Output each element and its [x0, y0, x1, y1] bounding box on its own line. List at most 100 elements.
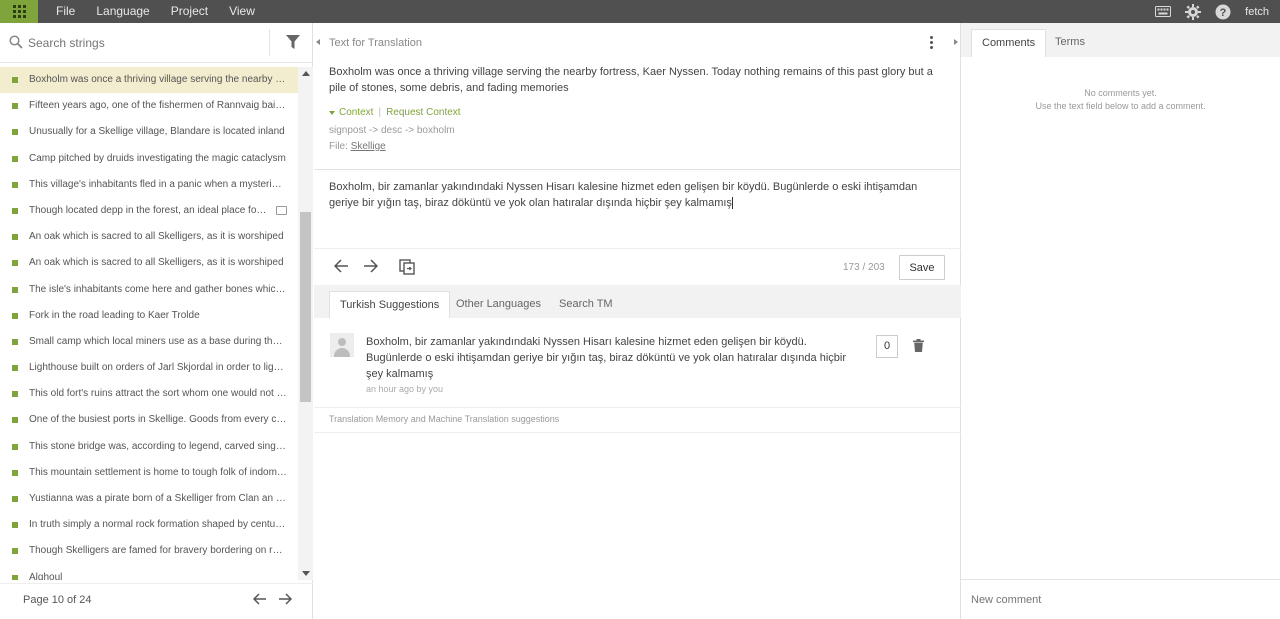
scrollbar-thumb[interactable] [300, 212, 311, 402]
status-dot [12, 77, 18, 83]
search-divider [269, 29, 270, 56]
status-dot [12, 548, 18, 555]
list-item[interactable]: Though Skelligers are famed for bravery … [0, 538, 298, 564]
context-links: Context | Request Context [329, 107, 461, 118]
comments-tabs: Comments Terms [961, 23, 1280, 57]
menu-view[interactable]: View [229, 0, 255, 23]
tab-comments[interactable]: Comments [971, 29, 1047, 57]
trash-icon[interactable] [913, 339, 924, 355]
gear-icon[interactable] [1185, 3, 1202, 20]
list-item[interactable]: This stone bridge was, according to lege… [0, 434, 298, 460]
menu-file[interactable]: File [56, 0, 75, 23]
list-item[interactable]: Unusually for a Skellige village, Blanda… [0, 119, 298, 145]
status-dot [12, 286, 18, 293]
scroll-down-icon[interactable] [302, 571, 310, 576]
list-item[interactable]: Camp pitched by druids investigating the… [0, 146, 298, 172]
list-item[interactable]: The isle's inhabitants come here and gat… [0, 277, 298, 303]
status-dot [12, 417, 18, 424]
list-item[interactable]: This village's inhabitants fled in a pan… [0, 172, 298, 198]
new-comment-input[interactable] [971, 591, 1266, 609]
suggestion-meta: an hour ago by you [366, 384, 444, 394]
list-item[interactable]: Though located depp in the forest, an id… [0, 198, 298, 224]
previous-string-icon[interactable] [333, 259, 349, 276]
apps-button[interactable] [0, 0, 38, 23]
list-item[interactable]: Alghoul [0, 565, 298, 580]
tab-turkish-suggestions[interactable]: Turkish Suggestions [329, 291, 451, 318]
status-dot [12, 207, 18, 214]
list-item[interactable]: Small camp which local miners use as a b… [0, 329, 298, 355]
copy-source-icon[interactable] [399, 259, 415, 278]
editor-title: Text for Translation [329, 37, 422, 49]
strings-panel: Boxholm was once a thriving village serv… [0, 23, 313, 619]
context-toggle-icon[interactable] [329, 110, 335, 115]
status-dot [12, 103, 18, 110]
list-item[interactable]: This old fort's ruins attract the sort w… [0, 381, 298, 407]
status-dot [12, 496, 18, 502]
pager: Page 10 of 24 [0, 583, 313, 619]
file-info: File: Skellige [329, 141, 386, 152]
kebab-menu-icon[interactable] [930, 36, 933, 51]
status-dot [12, 443, 18, 450]
svg-text:?: ? [1220, 7, 1227, 19]
no-comments-line1: No comments yet. [1084, 88, 1157, 98]
request-context-link[interactable]: Request Context [386, 107, 461, 118]
list-item[interactable]: An oak which is sacred to all Skelligers… [0, 250, 298, 276]
status-dot [12, 260, 18, 267]
suggestion-text: Boxholm, bir zamanlar yakındındaki Nysse… [366, 336, 846, 380]
suggestion-item[interactable]: Boxholm, bir zamanlar yakındındaki Nysse… [314, 318, 961, 408]
file-link[interactable]: Skellige [351, 141, 386, 152]
translation-text: Boxholm, bir zamanlar yakındındaki Nysse… [329, 181, 918, 209]
status-dot [12, 522, 18, 529]
comments-panel: Comments Terms No comments yet. Use the … [961, 23, 1280, 619]
translation-editor[interactable]: Boxholm, bir zamanlar yakındındaki Nysse… [329, 179, 941, 211]
collapse-left-icon[interactable] [316, 39, 320, 45]
new-comment-box [961, 579, 1280, 619]
status-dot [12, 155, 18, 162]
keyboard-icon[interactable] [1155, 6, 1172, 17]
context-separator: | [378, 107, 382, 118]
list-item[interactable]: Lighthouse built on orders of Jarl Skjor… [0, 355, 298, 381]
list-item[interactable]: Yustianna was a pirate born of a Skellig… [0, 486, 298, 512]
status-dot [12, 365, 18, 372]
menu-project[interactable]: Project [171, 0, 208, 23]
vote-count[interactable]: 0 [876, 335, 898, 358]
menu-language[interactable]: Language [96, 0, 149, 23]
search-input[interactable] [28, 34, 263, 52]
next-string-icon[interactable] [363, 259, 379, 276]
list-item[interactable]: One of the busiest ports in Skellige. Go… [0, 407, 298, 433]
string-key-path: signpost -> desc -> boxholm [329, 125, 455, 136]
string-list: Boxholm was once a thriving village serv… [0, 67, 298, 580]
scroll-up-icon[interactable] [302, 71, 310, 76]
main-menu: File Language Project View [56, 0, 276, 23]
list-item[interactable]: An oak which is sacred to all Skelligers… [0, 224, 298, 250]
editor-header: Text for Translation [314, 23, 961, 61]
status-dot [12, 181, 18, 188]
search-icon [9, 35, 23, 52]
list-item[interactable]: Fifteen years ago, one of the fishermen … [0, 93, 298, 119]
save-button[interactable]: Save [899, 255, 945, 280]
top-bar: File Language Project View ? fetch [0, 0, 1280, 23]
apps-grid-icon [12, 5, 26, 18]
suggestion-tabs: Turkish Suggestions Other Languages Sear… [314, 285, 961, 318]
list-item[interactable]: In truth simply a normal rock formation … [0, 512, 298, 538]
filter-icon[interactable] [286, 35, 300, 53]
no-comments-message: No comments yet. Use the text field belo… [961, 87, 1280, 113]
editor-panel: Text for Translation Boxholm was once a … [314, 23, 961, 619]
context-toggle[interactable]: Context [339, 107, 373, 118]
tab-other-languages[interactable]: Other Languages [446, 291, 551, 318]
user-menu[interactable]: fetch [1245, 6, 1269, 18]
collapse-right-icon[interactable] [954, 39, 958, 45]
help-icon[interactable]: ? [1215, 4, 1231, 20]
no-comments-line2: Use the text field below to add a commen… [1035, 101, 1206, 111]
list-item[interactable]: This mountain settlement is home to toug… [0, 460, 298, 486]
tab-terms[interactable]: Terms [1045, 29, 1095, 57]
next-page-icon[interactable] [278, 593, 293, 608]
list-scrollbar[interactable] [298, 67, 313, 580]
list-item[interactable]: Fork in the road leading to Kaer Trolde [0, 303, 298, 329]
status-dot [12, 234, 18, 241]
list-item[interactable]: Boxholm was once a thriving village serv… [0, 67, 298, 94]
tab-search-tm[interactable]: Search TM [549, 291, 623, 318]
avatar-icon [330, 333, 354, 357]
source-text: Boxholm was once a thriving village serv… [329, 66, 933, 94]
prev-page-icon[interactable] [252, 593, 267, 608]
